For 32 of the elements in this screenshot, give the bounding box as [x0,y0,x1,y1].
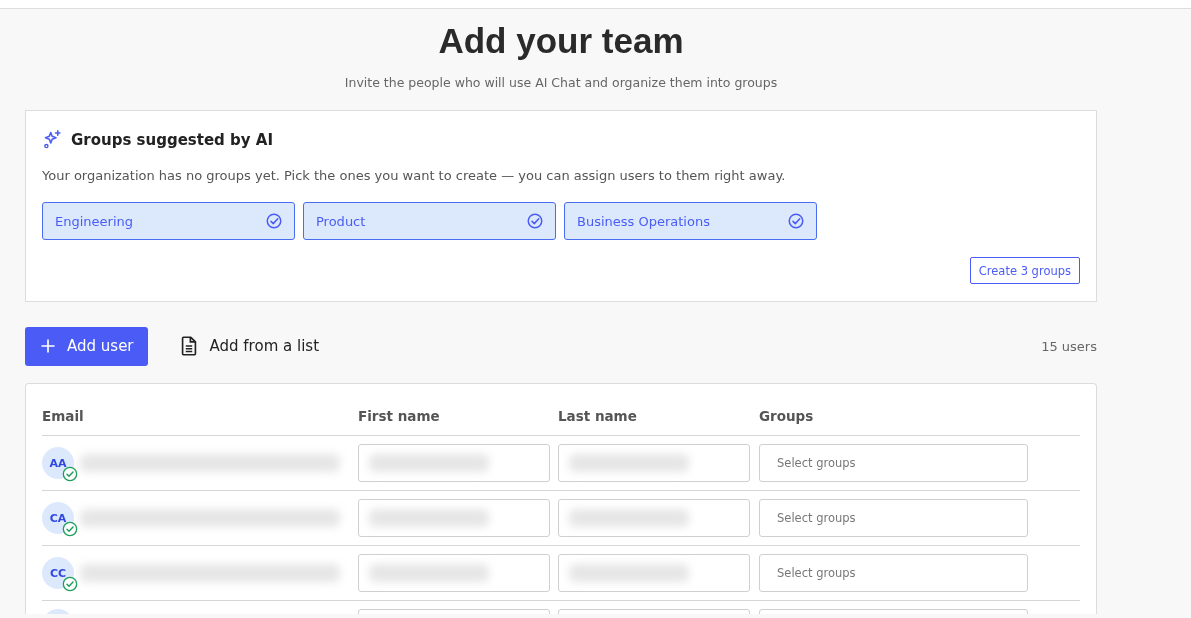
group-option[interactable]: Business Operations [564,202,817,240]
groups-select[interactable]: Select groups [759,554,1028,592]
add-user-button[interactable]: Add user [25,326,148,366]
user-count: 15 users [1041,338,1097,354]
check-circle-icon [526,212,544,230]
group-option[interactable]: Product [303,202,556,240]
check-circle-icon [787,212,805,230]
text-field[interactable] [358,554,550,592]
suggestions-title: Groups suggested by AI [71,130,273,149]
groups-select[interactable]: Select groups [759,444,1028,482]
column-header: First name [358,408,441,424]
text-field[interactable] [358,499,550,537]
page-subtitle: Invite the people who will use AI Chat and organize them into groups [343,75,779,91]
text-field[interactable] [558,444,750,482]
text-field[interactable] [558,554,750,592]
plus-icon [39,337,57,355]
column-header: Last name [558,408,638,424]
avatar-initials: CA [49,511,67,525]
create-groups-button[interactable]: Create 3 groups [969,257,1080,284]
column-header: Email [42,408,85,424]
groups-select[interactable]: Select groups [759,499,1028,537]
column-header: Groups [759,408,815,424]
add-from-list-button[interactable]: Add from a list [167,334,329,358]
text-field[interactable] [358,444,550,482]
sparkle-icon [42,129,63,150]
avatar-initials: CC [49,566,67,580]
group-option[interactable]: Engineering [42,202,295,240]
text-field[interactable] [558,499,750,537]
page-title: Add your team [437,21,685,61]
suggestions-description: Your organization has no groups yet. Pick the ones you want to create — you can assign users to them right away. [42,168,787,184]
avatar-initials: AA [49,456,67,470]
check-circle-icon [265,212,283,230]
